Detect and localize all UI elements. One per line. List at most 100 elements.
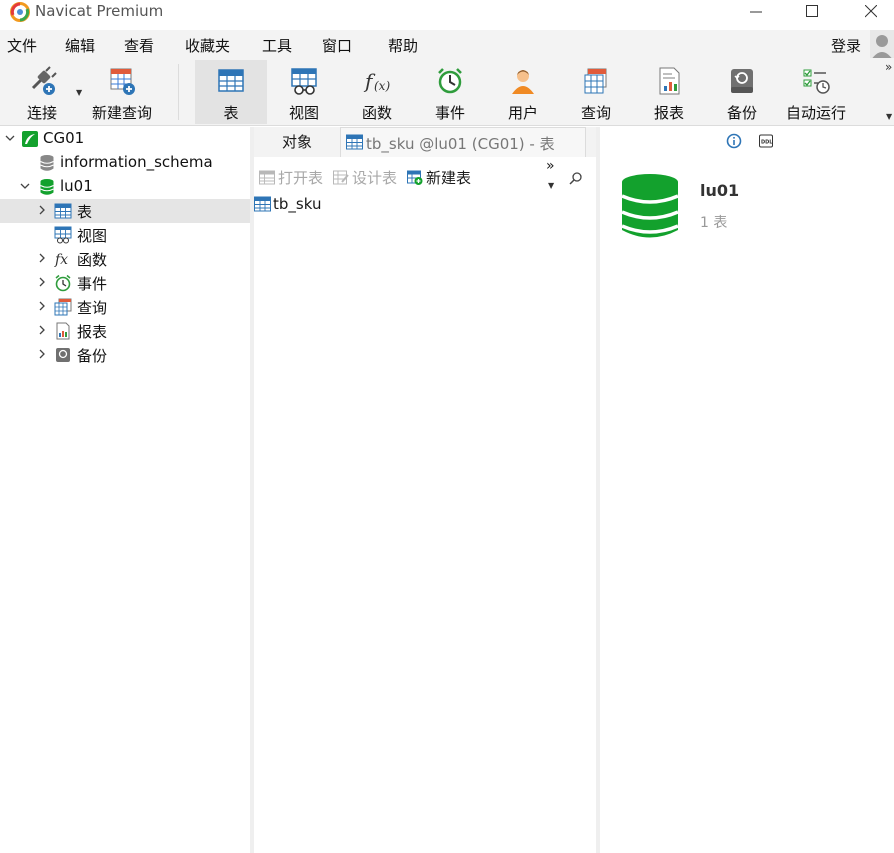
tab-objects[interactable]: 对象 <box>254 127 340 157</box>
new-table-button[interactable]: 新建表 <box>407 167 471 188</box>
design-table-label: 设计表 <box>352 169 398 187</box>
tab-table-tb-sku[interactable]: tb_sku @lu01 (CG01) - 表 <box>340 127 586 157</box>
new-table-label: 新建表 <box>426 169 472 187</box>
tree-database-lu01[interactable]: lu01 <box>0 175 250 199</box>
navicat-logo-icon <box>10 2 30 22</box>
objects-pane: 对象 tb_sku @lu01 (CG01) - 表 打开表 设计表 新建表 »… <box>254 127 596 853</box>
new-query-icon <box>110 68 135 95</box>
tree-item-label: 事件 <box>77 275 108 293</box>
view-toolbar-button[interactable]: 视图 <box>270 60 338 124</box>
connect-button[interactable]: 连接 <box>12 60 72 124</box>
tree-item-queries[interactable]: 查询 <box>0 295 250 319</box>
tree-connection-cg01[interactable]: CG01 <box>0 127 250 151</box>
menu-bar: 文件 编辑 查看 收藏夹 工具 窗口 帮助 登录 <box>0 30 894 58</box>
table-icon <box>218 69 244 92</box>
automation-toolbar-button[interactable]: 自动运行 <box>780 60 852 124</box>
ddl-icon[interactable]: DDL <box>758 133 774 149</box>
menu-file[interactable]: 文件 <box>7 35 37 56</box>
tree-item-label: 报表 <box>77 323 108 341</box>
minimize-button[interactable] <box>733 0 779 26</box>
tree-item-tables[interactable]: 表 <box>0 199 250 223</box>
menu-help[interactable]: 帮助 <box>388 35 418 56</box>
maximize-icon <box>806 5 818 17</box>
main-toolbar: 连接 ▼ 新建查询 表 视图 f (x) 函数 事件 用户 查询 报表 备份 自… <box>0 58 894 126</box>
chevron-down-icon[interactable] <box>4 132 16 144</box>
report-toolbar-button[interactable]: 报表 <box>636 60 702 124</box>
design-table-button[interactable]: 设计表 <box>333 167 397 188</box>
tree-item-label: 查询 <box>77 299 108 317</box>
menu-favorites[interactable]: 收藏夹 <box>185 35 230 56</box>
toolbar-overflow-icon[interactable]: » <box>885 60 892 74</box>
chevron-right-icon[interactable] <box>36 204 48 216</box>
login-link[interactable]: 登录 <box>831 35 861 56</box>
database-name: lu01 <box>700 181 740 200</box>
close-button[interactable] <box>848 0 894 26</box>
info-icon[interactable] <box>726 133 742 149</box>
menu-view[interactable]: 查看 <box>124 35 154 56</box>
chevron-right-icon[interactable] <box>36 252 48 264</box>
toolbar-separator <box>178 64 179 120</box>
menu-edit[interactable]: 编辑 <box>65 35 95 56</box>
query-toolbar-button[interactable]: 查询 <box>563 60 629 124</box>
tab-bar: 对象 tb_sku @lu01 (CG01) - 表 <box>254 127 596 157</box>
chevron-right-icon[interactable] <box>36 324 48 336</box>
event-toolbar-label: 事件 <box>434 104 465 122</box>
connect-dropdown-icon[interactable]: ▼ <box>76 88 82 97</box>
chevron-right-icon[interactable] <box>36 348 48 360</box>
view-icon <box>291 68 317 95</box>
tree-database-information-schema[interactable]: information_schema <box>0 151 250 175</box>
avatar[interactable] <box>870 30 894 60</box>
connect-icon <box>31 66 57 95</box>
report-icon <box>659 67 680 95</box>
info-pane: DDL lu01 1 表 <box>600 127 894 853</box>
tree-item-functions[interactable]: fx 函数 <box>0 247 250 271</box>
close-icon <box>865 5 877 18</box>
tree-item-views[interactable]: 视图 <box>0 223 250 247</box>
toolbar-dropdown-icon[interactable]: ▼ <box>886 112 892 121</box>
query-icon <box>54 298 72 316</box>
backup-icon <box>731 69 753 93</box>
event-icon <box>438 68 462 94</box>
query-toolbar-label: 查询 <box>580 104 611 122</box>
user-toolbar-button[interactable]: 用户 <box>490 60 556 124</box>
tree-item-reports[interactable]: 报表 <box>0 319 250 343</box>
search-icon[interactable] <box>569 171 583 185</box>
open-table-icon <box>259 170 275 185</box>
new-query-button[interactable]: 新建查询 <box>86 60 158 124</box>
tree-item-backups[interactable]: 备份 <box>0 343 250 367</box>
backup-toolbar-label: 备份 <box>726 104 757 122</box>
backup-icon <box>56 348 70 362</box>
report-icon <box>56 322 70 340</box>
table-icon <box>54 203 72 219</box>
chevron-down-icon[interactable] <box>19 180 31 192</box>
view-icon <box>54 226 72 244</box>
more-tools-dropdown-icon[interactable]: ▼ <box>548 181 554 190</box>
menu-window[interactable]: 窗口 <box>322 35 352 56</box>
event-toolbar-button[interactable]: 事件 <box>417 60 483 124</box>
database-label: information_schema <box>60 153 213 171</box>
svg-text:DDL: DDL <box>761 140 773 146</box>
automation-icon <box>803 69 830 94</box>
chevron-right-icon[interactable] <box>36 300 48 312</box>
list-item[interactable]: tb_sku <box>254 194 596 216</box>
chevron-right-icon[interactable] <box>36 276 48 288</box>
open-table-button[interactable]: 打开表 <box>259 167 323 188</box>
function-toolbar-label: 函数 <box>361 104 392 122</box>
tree-item-label: 视图 <box>77 227 108 245</box>
tree-item-label: 表 <box>77 203 93 221</box>
table-count: 1 表 <box>700 215 728 231</box>
tree-item-events[interactable]: 事件 <box>0 271 250 295</box>
backup-toolbar-button[interactable]: 备份 <box>709 60 775 124</box>
database-large-icon <box>621 174 679 238</box>
connect-label: 连接 <box>26 104 57 122</box>
title-bar: Navicat Premium <box>0 0 894 26</box>
tree-item-label: 函数 <box>77 251 108 269</box>
view-toolbar-label: 视图 <box>288 104 319 122</box>
menu-tools[interactable]: 工具 <box>262 35 292 56</box>
navigation-tree: CG01 information_schema lu01 表 视图 fx 函数 … <box>0 127 250 853</box>
function-toolbar-button[interactable]: f (x) 函数 <box>344 60 410 124</box>
query-icon <box>584 68 607 94</box>
maximize-button[interactable] <box>789 0 835 26</box>
more-tools-icon[interactable]: » <box>546 158 555 174</box>
table-toolbar-button[interactable]: 表 <box>195 60 267 124</box>
